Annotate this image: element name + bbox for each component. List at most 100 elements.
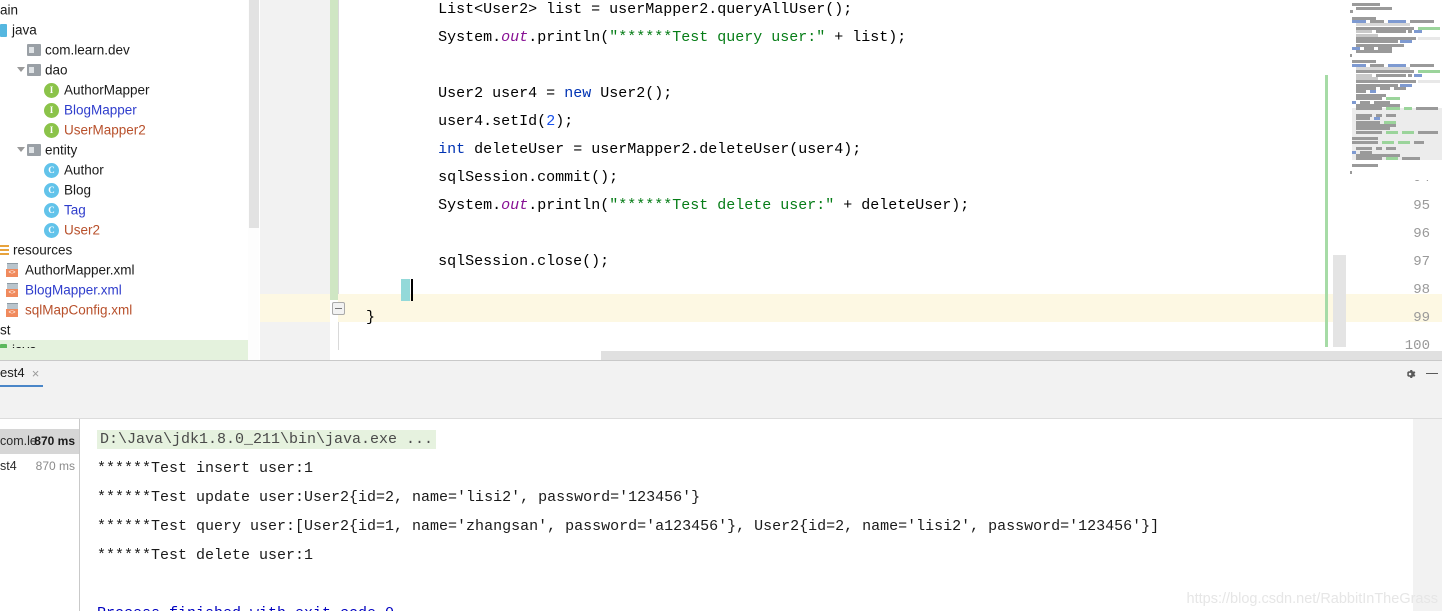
console-line: ******Test delete user:1 [97, 541, 313, 570]
run-tool-window: est4 × a z [0, 360, 1442, 611]
tree-item-label: User2 [64, 222, 101, 238]
console-line-text: D:\Java\jdk1.8.0_211\bin\java.exe ... [97, 430, 437, 449]
minimap-line [1414, 140, 1424, 144]
tree-item-sqlmapconfig-xml[interactable]: sqlMapConfig.xml [0, 300, 248, 320]
tree-item-label: java [12, 22, 37, 38]
test-tree-row-duration: 870 ms [34, 434, 75, 448]
minimap-line [1410, 63, 1434, 67]
ide-window: ain java com.learn.dev dao I AuthorMapper I Blo… [0, 0, 1442, 611]
minimap-line [1394, 87, 1406, 91]
code-line-95[interactable]: System.out.println("******Test delete us… [438, 192, 969, 220]
code-line-91[interactable]: User2 user4 = new User2(); [438, 80, 672, 108]
project-tree-panel[interactable]: ain java com.learn.dev dao I AuthorMapper I Blo… [0, 0, 260, 360]
folder-icon [27, 144, 41, 157]
tree-item-ain[interactable]: ain [0, 0, 248, 20]
minimap-line [1408, 73, 1412, 77]
code-token: "******Test delete user:" [609, 197, 835, 214]
code-token: .println( [528, 197, 610, 214]
code-token: } [366, 309, 376, 326]
caret-line-gutter-highlight [260, 294, 330, 322]
code-token: 2 [546, 113, 556, 130]
code-line-93[interactable]: int deleteUser = userMapper2.deleteUser(… [438, 136, 861, 164]
code-line-92[interactable]: user4.setId(2); [438, 108, 573, 136]
minimap-line [1356, 6, 1392, 10]
code-line-88[interactable]: List<User2> list = userMapper2.queryAllU… [438, 0, 852, 24]
editor-vertical-scrollbar-thumb[interactable] [1333, 255, 1346, 347]
tree-item-author[interactable]: C Author [0, 160, 248, 180]
code-line-97[interactable]: sqlSession.close(); [438, 248, 609, 276]
minimap-line [1352, 164, 1378, 168]
resources-root-icon [0, 244, 9, 257]
editor-horizontal-scrollbar-thumb[interactable] [601, 351, 1442, 360]
tree-item-label: sqlMapConfig.xml [25, 302, 133, 318]
close-icon[interactable]: × [30, 367, 41, 380]
test-tree-row[interactable]: com.le 870 ms [0, 429, 79, 454]
code-line-94[interactable]: sqlSession.commit(); [438, 164, 618, 192]
minimap-line [1386, 113, 1396, 117]
console-output[interactable]: D:\Java\jdk1.8.0_211\bin\java.exe ... ***… [80, 419, 1413, 611]
minimap-line [1410, 20, 1434, 24]
minimap-line [1418, 80, 1440, 84]
code-text[interactable]: List<User2> list = userMapper2.queryAllU… [352, 0, 1442, 360]
minimap-line [1386, 147, 1396, 151]
chevron-down-icon[interactable] [16, 140, 27, 160]
gear-icon[interactable] [1402, 366, 1418, 382]
code-token: List<User2> list = userMapper2.queryAllU… [438, 1, 853, 18]
source-root-icon [0, 23, 7, 37]
minimap-line [1352, 140, 1378, 144]
tree-item-blog[interactable]: C Blog [0, 180, 248, 200]
code-line-99[interactable]: } [366, 304, 375, 332]
class-icon: C [44, 162, 59, 178]
minimize-icon[interactable] [1426, 373, 1438, 374]
code-minimap[interactable] [1348, 0, 1442, 180]
code-token: User2(); [591, 85, 673, 102]
test-tree-row[interactable]: st4 870 ms [0, 454, 79, 479]
tree-item-dao[interactable]: dao [0, 60, 248, 80]
minimap-line [1386, 107, 1400, 111]
code-token: sqlSession.close(); [438, 253, 610, 270]
minimap-line [1380, 87, 1390, 91]
code-line-89[interactable]: System.out.println("******Test query use… [438, 24, 906, 52]
tree-item-authormapper[interactable]: I AuthorMapper [0, 80, 248, 100]
class-icon: C [44, 202, 59, 218]
minimap-line [1376, 147, 1382, 151]
code-fold-marker-icon[interactable] [332, 302, 345, 315]
test-results-tree[interactable]: com.le 870 ms st4 870 ms [0, 419, 79, 611]
console-line: ******Test query user:[User2{id=1, name=… [97, 512, 1159, 541]
tool-window-tab-strip: est4 × [0, 361, 1442, 387]
tree-item-label: BlogMapper.xml [25, 282, 122, 298]
minimap-line [1356, 157, 1382, 161]
code-token: out [501, 29, 529, 46]
xml-file-icon [6, 283, 20, 298]
class-icon: C [44, 222, 59, 238]
test-tree-row-duration: 870 ms [35, 459, 75, 473]
tree-item-label: ain [0, 2, 19, 18]
tree-item-entity[interactable]: entity [0, 140, 248, 160]
tree-item-blogmapper-xml[interactable]: BlogMapper.xml [0, 280, 248, 300]
minimap-line [1398, 140, 1410, 144]
chevron-down-icon[interactable] [16, 60, 27, 80]
tree-item-st[interactable]: st [0, 320, 248, 340]
code-token: System. [438, 197, 502, 214]
tree-item-com-learn-dev[interactable]: com.learn.dev [0, 40, 248, 60]
code-editor[interactable]: 87888990919293949596979899100 List<User2… [260, 0, 1442, 360]
tree-item-user2[interactable]: C User2 [0, 220, 248, 240]
code-token: deleteUser = userMapper2.deleteUser(user… [465, 141, 862, 158]
minimap-line [1414, 30, 1422, 34]
minimap-line [1350, 170, 1352, 174]
minimap-line [1402, 130, 1414, 134]
tree-item-label: st [0, 322, 11, 338]
tree-item-usermapper2[interactable]: I UserMapper2 [0, 120, 248, 140]
tree-item-java[interactable]: java [0, 20, 248, 40]
project-tree-scrollbar-thumb[interactable] [249, 0, 259, 228]
tree-item-tag[interactable]: C Tag [0, 200, 248, 220]
tree-item-resources[interactable]: resources [0, 240, 248, 260]
tree-item-blogmapper[interactable]: I BlogMapper [0, 100, 248, 120]
class-icon: C [44, 182, 59, 198]
code-token: ); [555, 113, 574, 130]
code-token: User2 user4 = [438, 85, 565, 102]
console-side-toolbar [1413, 419, 1442, 611]
tree-item-authormapper-xml[interactable]: AuthorMapper.xml [0, 260, 248, 280]
console-line-text: ******Test insert user:1 [97, 460, 314, 477]
xml-file-icon [6, 263, 20, 278]
